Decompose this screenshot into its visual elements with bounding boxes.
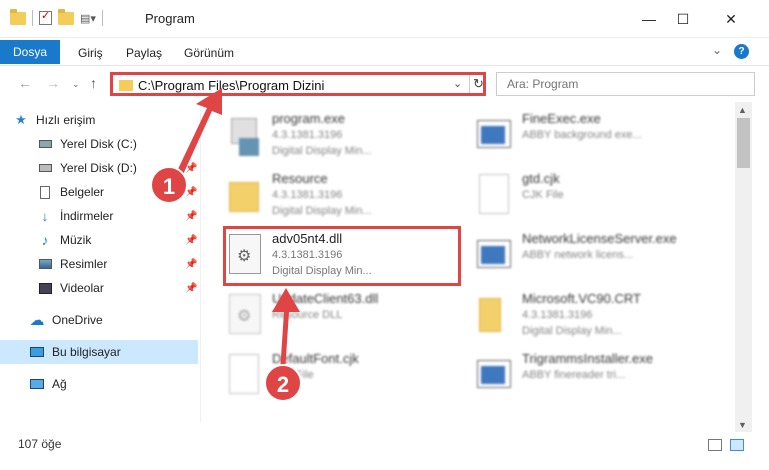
- callout-2: 2: [264, 364, 302, 402]
- callout-1: 1: [150, 166, 188, 204]
- details-view-icon[interactable]: [708, 439, 722, 451]
- item-count: 107 öğe: [18, 437, 62, 451]
- status-bar: 107 öğe: [0, 432, 769, 470]
- arrow-2: [272, 288, 300, 372]
- tiles-view-icon[interactable]: [730, 439, 744, 451]
- annotation-arrows: [170, 88, 300, 372]
